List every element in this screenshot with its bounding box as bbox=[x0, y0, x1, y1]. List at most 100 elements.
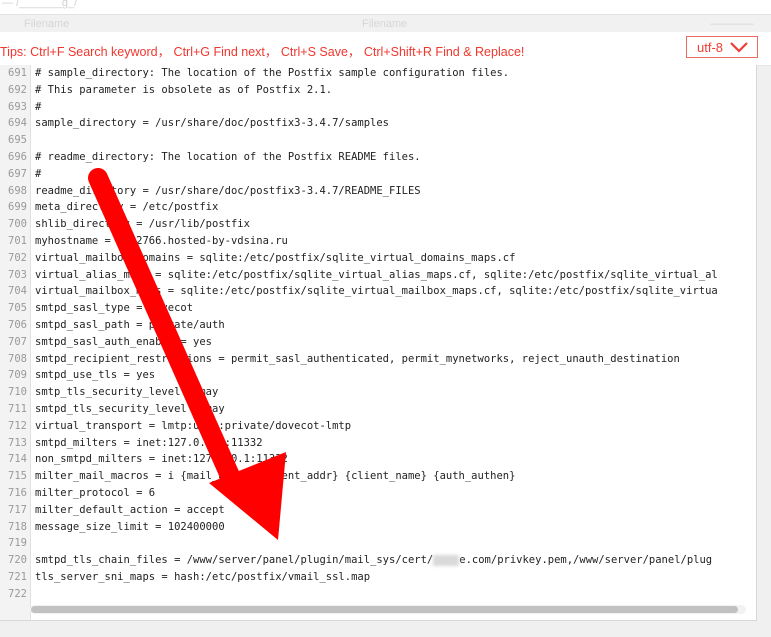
code-line[interactable]: 721 tls_server_sni_maps = hash:/etc/postf… bbox=[0, 569, 756, 586]
code-line[interactable]: 706 smtpd_sasl_path = private/auth bbox=[0, 317, 756, 334]
encoding-value: utf-8 bbox=[697, 40, 724, 55]
line-number: 698 bbox=[8, 184, 27, 197]
code-line[interactable]: 715 milter_mail_macros = i {mail_addr} {c… bbox=[0, 468, 756, 485]
line-number: 714 bbox=[8, 453, 27, 466]
code-line[interactable]: 698 readme_directory = /usr/share/doc/pos… bbox=[0, 183, 756, 200]
line-number: 697 bbox=[8, 167, 27, 180]
tab-label[interactable]: Filename bbox=[362, 18, 407, 30]
code-line[interactable]: 703 virtual_alias_maps = sqlite:/etc/post… bbox=[0, 267, 756, 284]
code-line[interactable]: 701 myhostname = v112766.hosted-by-vdsina… bbox=[0, 233, 756, 250]
code-line[interactable]: 694 sample_directory = /usr/share/doc/pos… bbox=[0, 115, 756, 132]
chevron-down-icon bbox=[730, 42, 748, 53]
scrollbar-thumb[interactable] bbox=[31, 606, 738, 613]
line-number: 704 bbox=[8, 285, 27, 298]
code-line[interactable]: 722 bbox=[0, 586, 756, 603]
line-number: 718 bbox=[8, 520, 27, 533]
code-line[interactable]: 699 meta_directory = /etc/postfix bbox=[0, 199, 756, 216]
line-number: 716 bbox=[8, 486, 27, 499]
line-number: 694 bbox=[8, 117, 27, 130]
code-line[interactable]: 707 smtpd_sasl_auth_enable = yes bbox=[0, 334, 756, 351]
line-code: smtpd_tls_chain_files = /www/server/pane… bbox=[35, 552, 712, 569]
line-number: 711 bbox=[8, 402, 27, 415]
line-code: # sample_directory: The location of the … bbox=[35, 67, 510, 79]
line-number: 696 bbox=[8, 150, 27, 163]
code-line[interactable]: 696 # readme_directory: The location of t… bbox=[0, 149, 756, 166]
code-line[interactable]: 718 message_size_limit = 102400000 bbox=[0, 519, 756, 536]
code-editor[interactable]: 691 # sample_directory: The location of t… bbox=[0, 65, 757, 621]
line-code: smtpd_milters = inet:127.0.0.1:11332 bbox=[35, 436, 263, 449]
editor-toolbar: Tips: Ctrl+F Search keyword， Ctrl+G Find… bbox=[0, 32, 771, 66]
line-number: 709 bbox=[8, 369, 27, 382]
code-line[interactable]: 697 # bbox=[0, 166, 756, 183]
line-code: smtpd_sasl_type = dovecot bbox=[35, 302, 194, 315]
redacted-text bbox=[433, 554, 460, 566]
code-line[interactable]: 717 milter_default_action = accept bbox=[0, 502, 756, 519]
line-code: readme_directory = /usr/share/doc/postfi… bbox=[35, 184, 421, 197]
horizontal-scrollbar[interactable] bbox=[30, 605, 746, 614]
line-code: tls_server_sni_maps = hash:/etc/postfix/… bbox=[35, 570, 371, 583]
line-code: virtual_transport = lmtp:unix:private/do… bbox=[35, 419, 352, 432]
line-code: # readme_directory: The location of the … bbox=[35, 150, 421, 163]
tab-label[interactable]: ———— bbox=[710, 18, 754, 30]
code-line[interactable]: 710 smtp_tls_security_level = may bbox=[0, 384, 756, 401]
tab-row: Filename Filename ———— bbox=[0, 15, 771, 32]
line-number: 705 bbox=[8, 302, 27, 315]
line-number: 713 bbox=[8, 436, 27, 449]
code-line[interactable]: 692 # This parameter is obsolete as of Po… bbox=[0, 82, 756, 99]
line-code: milter_protocol = 6 bbox=[35, 486, 156, 499]
line-code: virtual_mailbox_domains = sqlite:/etc/po… bbox=[35, 251, 516, 264]
code-line[interactable]: 691 # sample_directory: The location of t… bbox=[0, 65, 756, 82]
line-code: virtual_alias_maps = sqlite:/etc/postfix… bbox=[35, 268, 718, 281]
line-code-part: smtpd_tls_chain_files = /www/server/pane… bbox=[35, 554, 434, 567]
code-line[interactable]: 708 smtpd_recipient_restrictions = permit… bbox=[0, 351, 756, 368]
code-line[interactable]: 695 bbox=[0, 132, 756, 149]
line-code: # This parameter is obsolete as of Postf… bbox=[35, 83, 333, 96]
window-title-strip: — /_______g_/ bbox=[0, 0, 771, 15]
code-line[interactable]: 716 milter_protocol = 6 bbox=[0, 485, 756, 502]
line-code-part: e.com/privkey.pem,/www/server/panel/plug bbox=[459, 554, 713, 567]
line-number: 693 bbox=[8, 100, 27, 113]
encoding-select[interactable]: utf-8 bbox=[686, 36, 758, 58]
line-code: message_size_limit = 102400000 bbox=[35, 520, 225, 533]
line-code: # bbox=[35, 100, 42, 113]
line-code: sample_directory = /usr/share/doc/postfi… bbox=[35, 117, 390, 130]
window-title-text: — /_______g_/ bbox=[2, 0, 78, 9]
line-code: # bbox=[35, 167, 42, 180]
line-number: 720 bbox=[8, 554, 27, 567]
line-number: 692 bbox=[8, 83, 27, 96]
line-number: 712 bbox=[8, 419, 27, 432]
shortcut-tips: Tips: Ctrl+F Search keyword， Ctrl+G Find… bbox=[0, 45, 525, 59]
code-line[interactable]: 714 non_smtpd_milters = inet:127.0.0.1:11… bbox=[0, 451, 756, 468]
line-code: meta_directory = /etc/postfix bbox=[35, 201, 219, 214]
line-number: 706 bbox=[8, 318, 27, 331]
code-line[interactable]: 704 virtual_mailbox_maps = sqlite:/etc/po… bbox=[0, 283, 756, 300]
line-number: 700 bbox=[8, 218, 27, 231]
code-line[interactable]: 693 # bbox=[0, 99, 756, 116]
line-code: milter_default_action = accept bbox=[35, 503, 225, 516]
line-number: 691 bbox=[8, 67, 27, 79]
code-line[interactable]: 720 smtpd_tls_chain_files = /www/server/p… bbox=[0, 552, 756, 569]
code-line[interactable]: 713 smtpd_milters = inet:127.0.0.1:11332 bbox=[0, 435, 756, 452]
code-line[interactable]: 709 smtpd_use_tls = yes bbox=[0, 367, 756, 384]
line-number: 707 bbox=[8, 335, 27, 348]
line-code: shlib_directory = /usr/lib/postfix bbox=[35, 218, 250, 231]
line-number: 715 bbox=[8, 470, 27, 483]
line-number: 717 bbox=[8, 503, 27, 516]
line-code: myhostname = v112766.hosted-by-vdsina.ru bbox=[35, 234, 288, 247]
line-code: smtpd_sasl_path = private/auth bbox=[35, 318, 225, 331]
line-code: non_smtpd_milters = inet:127.0.0.1:11332 bbox=[35, 453, 288, 466]
code-line[interactable]: 712 virtual_transport = lmtp:unix:private… bbox=[0, 418, 756, 435]
line-code: smtpd_sasl_auth_enable = yes bbox=[35, 335, 213, 348]
code-line[interactable]: 702 virtual_mailbox_domains = sqlite:/etc… bbox=[0, 250, 756, 267]
line-code: smtpd_tls_security_level = may bbox=[35, 402, 225, 415]
line-number: 702 bbox=[8, 251, 27, 264]
code-line[interactable]: 719 bbox=[0, 535, 756, 552]
code-line[interactable]: 705 smtpd_sasl_type = dovecot bbox=[0, 300, 756, 317]
line-code: virtual_mailbox_maps = sqlite:/etc/postf… bbox=[35, 285, 718, 298]
tab-label[interactable]: Filename bbox=[24, 18, 69, 30]
line-code: smtp_tls_security_level = may bbox=[35, 386, 219, 399]
code-line[interactable]: 711 smtpd_tls_security_level = may bbox=[0, 401, 756, 418]
code-line[interactable]: 700 shlib_directory = /usr/lib/postfix bbox=[0, 216, 756, 233]
code-lines: 691 # sample_directory: The location of t… bbox=[0, 65, 756, 603]
line-number: 721 bbox=[8, 570, 27, 583]
